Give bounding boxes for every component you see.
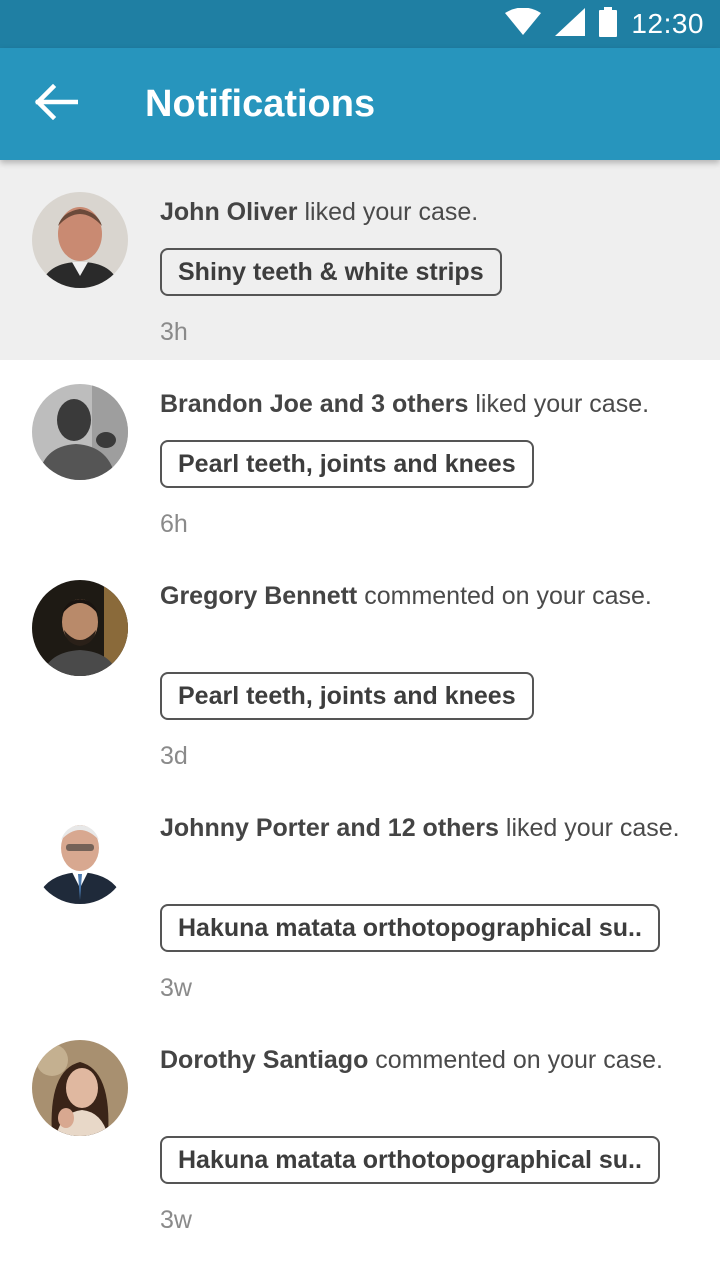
back-button[interactable] [24, 76, 88, 132]
actor-name: Johnny Porter and 12 others [160, 814, 499, 842]
app-bar: Notifications [0, 48, 720, 160]
arrow-back-icon [34, 83, 79, 125]
actor-name: Dorothy Santiago [160, 1046, 369, 1074]
status-time: 12:30 [631, 8, 704, 39]
action-text: commented on your case. [375, 1046, 663, 1074]
page-title: Notifications [145, 83, 376, 125]
avatar [32, 192, 128, 288]
case-chip[interactable]: Hakuna matata orthotopographical su.. [160, 1136, 660, 1184]
case-chip[interactable]: Pearl teeth, joints and knees [160, 440, 534, 488]
notification-message: John Oliver liked your case. [160, 192, 690, 232]
notification-message: Johnny Porter and 12 others liked your c… [160, 808, 690, 848]
avatar [32, 580, 128, 676]
case-chip[interactable]: Hakuna matata orthotopographical su.. [160, 904, 660, 952]
action-text: liked your case. [304, 198, 479, 226]
notification-message: Gregory Bennett commented on your case. [160, 576, 690, 616]
notification-message: Brandon Joe and 3 others liked your case… [160, 384, 690, 424]
timestamp: 3w [160, 1206, 192, 1234]
avatar [32, 1040, 128, 1136]
timestamp: 6h [160, 510, 188, 538]
notification-item[interactable]: Johnny Porter and 12 others liked your c… [0, 808, 720, 1056]
notification-message: Dorothy Santiago commented on your case. [160, 1040, 690, 1080]
timestamp: 3d [160, 742, 188, 770]
case-chip[interactable]: Shiny teeth & white strips [160, 248, 502, 296]
wifi-icon [505, 7, 542, 41]
notification-item[interactable]: Gregory Bennett commented on your case. … [0, 580, 720, 824]
timestamp: 3h [160, 318, 188, 346]
timestamp: 3w [160, 974, 192, 1002]
case-chip[interactable]: Pearl teeth, joints and knees [160, 672, 534, 720]
notification-item[interactable]: Dorothy Santiago commented on your case.… [0, 1040, 720, 1280]
notification-item[interactable]: John Oliver liked your case. Shiny teeth… [0, 160, 720, 360]
signal-icon [555, 7, 586, 41]
status-bar: 12:30 [0, 0, 720, 48]
actor-name: Gregory Bennett [160, 582, 358, 610]
notification-item[interactable]: Brandon Joe and 3 others liked your case… [0, 360, 720, 592]
action-text: commented on your case. [364, 582, 652, 610]
action-text: liked your case. [505, 814, 680, 842]
status-icons: 12:30 [505, 0, 704, 48]
action-text: liked your case. [475, 390, 650, 418]
avatar [32, 384, 128, 480]
actor-name: Brandon Joe and 3 others [160, 390, 469, 418]
actor-name: John Oliver [160, 198, 298, 226]
avatar [32, 808, 128, 904]
battery-icon [599, 6, 618, 42]
